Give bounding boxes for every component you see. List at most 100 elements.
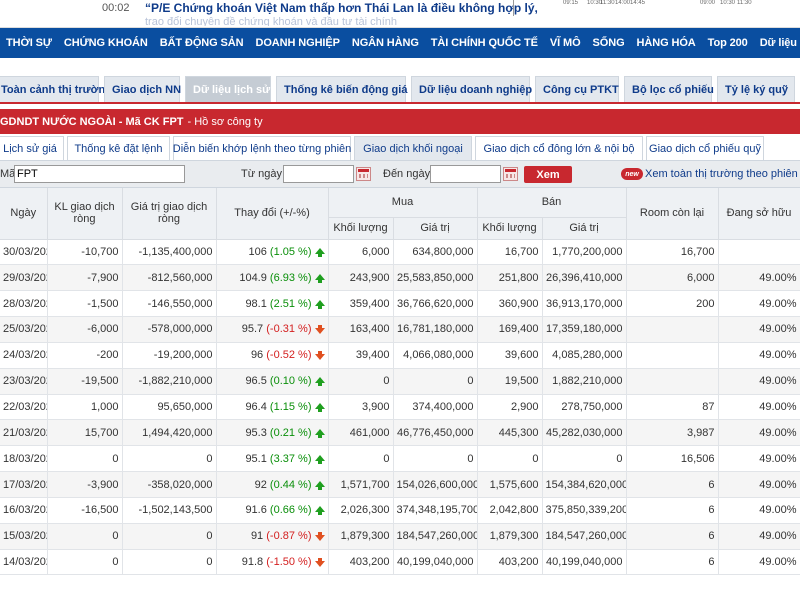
main-nav-item[interactable]: BẤT ĐỘNG SẢN	[154, 37, 250, 49]
cell-sell-value: 26,396,410,000	[542, 264, 627, 292]
arrow-down-icon	[314, 558, 325, 568]
cell-room	[626, 316, 719, 343]
sub-tab[interactable]: Bộ lọc cổ phiếu	[624, 76, 714, 102]
cell-room: 16,700	[626, 239, 719, 266]
cell-date: 23/03/2022	[0, 368, 48, 395]
sub-tab[interactable]: Dữ liệu doanh nghiệp	[411, 76, 532, 102]
ticker-headline[interactable]: “P/E Chứng khoán Việt Nam thấp hơn Thái …	[145, 1, 538, 15]
data-tab[interactable]: Diễn biến khớp lệnh theo từng phiên	[173, 136, 351, 160]
view-all-market-link[interactable]: Xem toàn thị trường theo phiên	[645, 168, 798, 180]
main-nav-item[interactable]: VĨ MÔ	[544, 37, 587, 49]
arrow-up-icon	[314, 402, 325, 412]
from-date-label: Từ ngày	[241, 168, 282, 180]
cell-buy-value: 4,066,080,000	[393, 342, 478, 369]
cell-owned: 49.00%	[718, 523, 800, 550]
cell-net-volume: 0	[47, 445, 123, 473]
price: 95.3	[245, 426, 267, 439]
cell-change: 106 (1.05 %)	[216, 239, 329, 266]
price: 96.5	[245, 375, 267, 388]
table-row: 18/03/20220095.1 (3.37 %)000016,50649.00…	[0, 445, 800, 473]
cell-sell-value: 154,384,620,000	[542, 471, 627, 498]
cell-net-value: -1,502,143,500	[122, 497, 217, 524]
price: 106	[248, 245, 267, 258]
view-button[interactable]: Xem	[524, 166, 572, 183]
cell-buy-value: 0	[393, 445, 478, 473]
cell-change: 96.4 (1.15 %)	[216, 394, 329, 421]
col-room: Room còn lại	[626, 188, 719, 240]
to-date-input[interactable]	[430, 165, 501, 183]
cell-sell-volume: 2,042,800	[477, 497, 543, 524]
cell-date: 22/03/2022	[0, 394, 48, 421]
data-tab[interactable]: Lịch sử giá	[0, 136, 64, 160]
cell-buy-volume: 1,879,300	[328, 523, 394, 550]
arrow-down-icon	[314, 351, 325, 361]
cell-owned: 49.00%	[718, 368, 800, 395]
cell-room: 6	[626, 471, 719, 498]
main-nav-item[interactable]: NGÂN HÀNG	[346, 37, 425, 49]
cell-room: 6	[626, 497, 719, 524]
cell-sell-volume: 360,900	[477, 290, 543, 318]
data-tab[interactable]: Giao dịch khối ngoại	[354, 136, 472, 160]
cell-buy-value: 36,766,620,000	[393, 290, 478, 318]
col-net-value: Giá trị giao dịch ròng	[122, 188, 217, 240]
main-nav-item[interactable]: THỜI SỰ	[0, 37, 58, 49]
cell-date: 17/03/2022	[0, 471, 48, 498]
new-badge: new	[621, 168, 643, 180]
arrow-up-icon	[314, 428, 325, 438]
data-tab[interactable]: Thống kê đặt lệnh	[67, 136, 170, 160]
filter-bar: Mã Từ ngày Đến ngày Xem new Xem toàn thị…	[0, 160, 800, 188]
ticker-input[interactable]	[14, 165, 185, 183]
mini-chart-label: 09:00	[700, 0, 716, 6]
cell-sell-value: 1,770,200,000	[542, 239, 627, 266]
cell-date: 28/03/2022	[0, 290, 48, 318]
data-tabs: Lịch sử giá Thống kê đặt lệnh Diễn biến kh…	[0, 134, 800, 160]
company-profile-link[interactable]: - Hồ sơ công ty	[188, 116, 263, 128]
cell-net-volume: -6,000	[47, 316, 123, 343]
table-row: 23/03/2022-19,500-1,882,210,00096.5 (0.1…	[0, 368, 800, 395]
table-row: 16/03/2022-16,500-1,502,143,50091.6 (0.6…	[0, 497, 800, 524]
main-nav-item[interactable]: CHỨNG KHOÁN	[58, 37, 154, 49]
cell-change: 92 (0.44 %)	[216, 471, 329, 498]
arrow-up-icon	[314, 299, 325, 309]
main-nav-item[interactable]: DOANH NGHIỆP	[249, 37, 345, 49]
main-nav-item[interactable]: Top 200	[702, 37, 754, 49]
table-row: 24/03/2022-200-19,200,00096 (-0.52 %)39,…	[0, 342, 800, 369]
mini-chart-label: 14:45	[630, 0, 646, 6]
cell-buy-value: 25,583,850,000	[393, 264, 478, 292]
arrow-up-icon	[314, 377, 325, 387]
main-nav-item[interactable]: Dữ liệu	[754, 37, 800, 49]
arrow-up-icon	[314, 454, 325, 464]
ticker-time: 00:02	[102, 2, 130, 14]
cell-buy-volume: 359,400	[328, 290, 394, 318]
cell-date: 29/03/2022	[0, 264, 48, 292]
cell-net-value: -19,200,000	[122, 342, 217, 369]
table-row: 14/03/20220091.8 (-1.50 %)403,20040,199,…	[0, 549, 800, 576]
sub-tab[interactable]: Thống kê biến động giá	[276, 76, 407, 102]
from-date-input[interactable]	[283, 165, 354, 183]
price: 91.6	[245, 504, 267, 517]
cell-sell-volume: 19,500	[477, 368, 543, 395]
sub-tab[interactable]: Toàn cảnh thị trường	[0, 76, 112, 102]
table-row: 25/03/2022-6,000-578,000,00095.7 (-0.31 …	[0, 316, 800, 343]
arrow-down-icon	[314, 532, 325, 542]
calendar-icon[interactable]	[503, 167, 518, 181]
calendar-icon[interactable]	[356, 167, 371, 181]
main-nav-item[interactable]: TÀI CHÍNH QUỐC TẾ	[425, 37, 544, 49]
percent-change: (-0.87 %)	[266, 530, 312, 543]
cell-sell-volume: 403,200	[477, 549, 543, 576]
cell-buy-value: 184,547,260,000	[393, 523, 478, 550]
sub-tab[interactable]: Dữ liệu lịch sử	[185, 76, 271, 102]
main-nav-item[interactable]: HÀNG HÓA	[631, 37, 702, 49]
cell-net-volume: -1,500	[47, 290, 123, 318]
arrow-up-icon	[314, 247, 325, 257]
cell-room: 3,987	[626, 419, 719, 447]
data-tab[interactable]: Giao dịch cổ đông lớn & nội bộ	[475, 136, 643, 160]
cell-buy-volume: 461,000	[328, 419, 394, 447]
sub-tab[interactable]: Giao dịch NN	[104, 76, 181, 102]
cell-buy-volume: 6,000	[328, 239, 394, 266]
data-tab[interactable]: Giao dịch cổ phiếu quỹ	[646, 136, 764, 160]
sub-tab[interactable]: Công cụ PTKT	[535, 76, 619, 102]
main-nav-item[interactable]: SỐNG	[587, 37, 631, 49]
cell-owned: 49.00%	[718, 549, 800, 576]
sub-tab[interactable]: Tỷ lệ ký quỹ	[717, 76, 795, 102]
